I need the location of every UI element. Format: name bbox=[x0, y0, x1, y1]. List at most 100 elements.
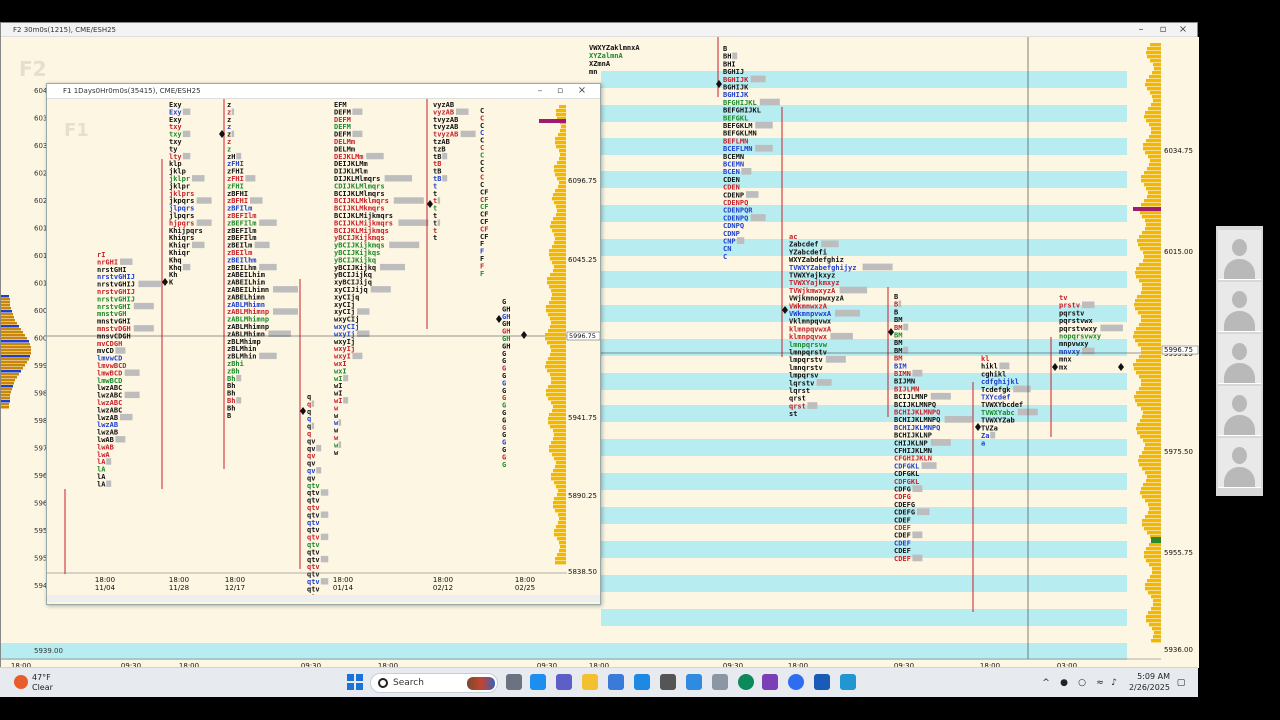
close-icon[interactable]: × bbox=[1175, 23, 1191, 37]
tpo-letter-row: t bbox=[433, 234, 437, 242]
volume-profile-bar bbox=[558, 513, 566, 517]
x-axis-date: 02/25 bbox=[515, 584, 535, 592]
volume-profile-bar bbox=[1154, 67, 1161, 71]
participant-avatar[interactable] bbox=[1218, 230, 1261, 280]
volume-profile-bar bbox=[1141, 175, 1161, 179]
volume-profile-bar bbox=[1144, 115, 1161, 119]
zoom-icon[interactable] bbox=[788, 674, 804, 690]
search-placeholder: Search bbox=[393, 678, 424, 688]
main-window-titlebar[interactable]: F2 30m0s(1215), CME/ESH25 – ▫ × bbox=[1, 23, 1197, 37]
volume-profile-bar bbox=[551, 349, 566, 353]
volume-profile-bar bbox=[560, 545, 566, 549]
mail-icon[interactable] bbox=[634, 674, 650, 690]
chart-watermark: F2 bbox=[19, 57, 47, 81]
tpo-volume-bar bbox=[398, 219, 429, 226]
tpo-volume-bar bbox=[106, 458, 112, 465]
tpo-volume-bar bbox=[862, 263, 893, 271]
minimize-icon[interactable]: – bbox=[1133, 23, 1149, 37]
task-view-icon[interactable] bbox=[506, 674, 522, 690]
settings-app-icon[interactable] bbox=[660, 674, 676, 690]
x-axis-date: 12/17 bbox=[225, 584, 245, 592]
notification-icon[interactable]: ▢ bbox=[1176, 678, 1186, 688]
edge-browser-icon[interactable] bbox=[738, 674, 754, 690]
clock-date[interactable]: 2/26/2025 bbox=[1129, 683, 1170, 692]
volume-profile-bar bbox=[559, 157, 566, 161]
tpo-volume-bar bbox=[120, 413, 133, 421]
volume-profile-bar bbox=[1, 316, 14, 319]
volume-profile-bar bbox=[1146, 615, 1161, 619]
participant-avatar[interactable] bbox=[1218, 282, 1261, 332]
volume-profile-bar bbox=[1, 394, 10, 397]
volume-profile-bar bbox=[1151, 103, 1161, 107]
tpo-volume-bar bbox=[755, 121, 773, 129]
app-tray-icon[interactable]: ● bbox=[1059, 678, 1069, 688]
app-icon[interactable] bbox=[840, 674, 856, 690]
file-explorer-icon[interactable] bbox=[582, 674, 598, 690]
volume-profile-bar bbox=[552, 245, 566, 249]
teams-icon[interactable] bbox=[556, 674, 572, 690]
volume-profile-bar bbox=[1153, 599, 1161, 603]
tpo-volume-bar bbox=[320, 578, 329, 585]
volume-profile-bar bbox=[1142, 451, 1161, 455]
tpo-volume-bar bbox=[124, 391, 140, 399]
search-input[interactable]: Search bbox=[370, 673, 498, 693]
tpo-volume-bar bbox=[352, 130, 363, 138]
tpo-volume-bar bbox=[245, 175, 256, 182]
main-chart-window[interactable]: F2 30m0s(1215), CME/ESH25 – ▫ × 604 603 60… bbox=[0, 22, 1199, 668]
video-participants-strip[interactable] bbox=[1216, 226, 1263, 496]
start-button[interactable] bbox=[347, 674, 363, 690]
volume-profile-bar bbox=[550, 317, 566, 321]
x-axis-time: 18:00 bbox=[169, 576, 189, 584]
volume-profile-bar bbox=[1, 379, 15, 382]
volume-profile-bar bbox=[1, 340, 29, 343]
volume-profile-bar bbox=[550, 425, 566, 429]
volume-profile-bar bbox=[1139, 387, 1161, 391]
volume-profile-bar bbox=[550, 345, 566, 349]
daily-chart-window[interactable]: F1 1Days0Hr0m0s(35415), CME/ESH25 – ▫ × … bbox=[46, 83, 601, 605]
volume-profile-bar bbox=[1, 322, 17, 325]
participant-avatar[interactable] bbox=[1218, 334, 1261, 384]
volume-profile-bar bbox=[559, 541, 566, 545]
volume-profile-bar bbox=[550, 225, 566, 229]
close-icon[interactable]: × bbox=[574, 84, 590, 98]
visual-studio-icon[interactable] bbox=[762, 674, 778, 690]
participant-avatar[interactable] bbox=[1218, 386, 1261, 436]
search-highlight-image bbox=[467, 677, 495, 690]
minimize-icon[interactable]: – bbox=[532, 84, 548, 98]
maximize-icon[interactable]: ▫ bbox=[1155, 23, 1171, 37]
volume-profile-bar bbox=[555, 557, 566, 561]
volume-profile-bar bbox=[1153, 99, 1161, 103]
tpo-volume-bar bbox=[133, 302, 154, 310]
volume-profile-bar bbox=[554, 533, 566, 537]
daily-window-titlebar[interactable]: F1 1Days0Hr0m0s(35415), CME/ESH25 – ▫ × bbox=[47, 84, 600, 99]
tpo-volume-bar bbox=[1082, 301, 1095, 309]
x-axis-time: 18:00 bbox=[95, 576, 115, 584]
volume-profile-bar bbox=[554, 233, 566, 237]
app-tray-icon[interactable]: ○ bbox=[1077, 678, 1087, 688]
tpo-volume-bar bbox=[898, 300, 902, 308]
tpo-volume-bar bbox=[930, 392, 951, 400]
app-icon[interactable] bbox=[712, 674, 728, 690]
tpo-letter-row: lA bbox=[97, 480, 106, 488]
copilot-icon[interactable] bbox=[530, 674, 546, 690]
weather-temperature: 47°F bbox=[32, 673, 51, 682]
clock-time[interactable]: 5:09 AM bbox=[1137, 672, 1170, 681]
trading-app-icon[interactable] bbox=[814, 674, 830, 690]
wifi-icon[interactable]: ≈ bbox=[1095, 678, 1105, 688]
volume-profile-bar bbox=[553, 437, 566, 441]
maximize-icon[interactable]: ▫ bbox=[552, 84, 568, 98]
volume-profile-bar bbox=[560, 153, 566, 157]
tpo-chart-daily[interactable]: rInrGHInrstGHInrstvGHIJnrstvGHIJnrstvGHI… bbox=[47, 99, 600, 604]
volume-profile-bar bbox=[1, 403, 9, 406]
chevron-up-icon[interactable]: ^ bbox=[1041, 678, 1051, 688]
x-axis-time: 18:00 bbox=[433, 576, 453, 584]
volume-profile-bar bbox=[547, 369, 566, 373]
weather-widget[interactable]: 47°F Clear bbox=[12, 672, 82, 694]
participant-avatar[interactable] bbox=[1218, 438, 1261, 488]
volume-profile-bar bbox=[551, 441, 566, 445]
app-icon[interactable] bbox=[686, 674, 702, 690]
store-icon[interactable] bbox=[608, 674, 624, 690]
price-axis-label: 5975.50 bbox=[1164, 448, 1193, 456]
tpo-volume-bar bbox=[821, 240, 839, 248]
volume-icon[interactable]: ♪ bbox=[1109, 678, 1119, 688]
